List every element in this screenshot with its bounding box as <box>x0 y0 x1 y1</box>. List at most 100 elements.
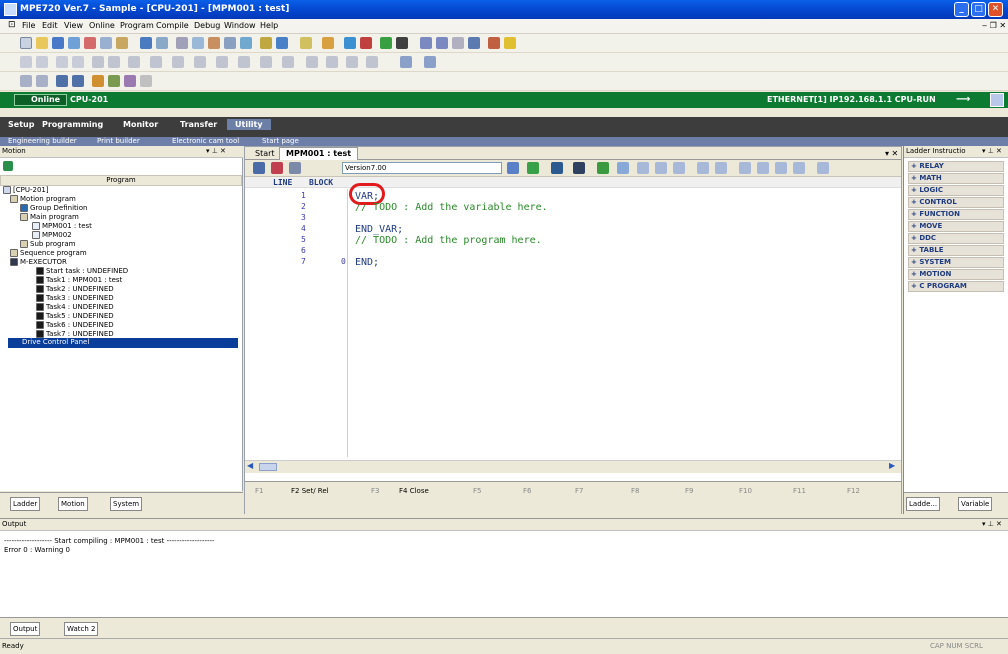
mode-icon[interactable] <box>271 162 283 174</box>
menu-debug[interactable]: Debug <box>194 21 220 30</box>
tree-item-main-program[interactable]: Main program <box>20 213 79 222</box>
new-icon[interactable] <box>20 37 32 49</box>
bookmark-prev-icon[interactable] <box>124 75 136 87</box>
tree-item-task5[interactable]: Task5 : UNDEFINED <box>36 312 114 321</box>
redo-icon[interactable] <box>156 37 168 49</box>
dbl-icon[interactable] <box>322 37 334 49</box>
fkey-f11[interactable]: F11 <box>793 487 806 495</box>
equal-icon[interactable] <box>326 56 338 68</box>
category-system[interactable]: + SYSTEM <box>908 257 1004 268</box>
category-function[interactable]: + FUNCTION <box>908 209 1004 220</box>
bookmark-next-icon[interactable] <box>108 75 120 87</box>
subtab-engineering-builder[interactable]: Engineering builder <box>8 137 77 145</box>
open-icon[interactable] <box>36 37 48 49</box>
less-icon[interactable] <box>306 56 318 68</box>
tab-ladder-instr[interactable]: Ladde... <box>906 497 941 511</box>
tab-utility[interactable]: Utility <box>227 119 271 130</box>
tab-monitor[interactable]: Monitor <box>123 120 158 129</box>
online-icon[interactable] <box>260 37 272 49</box>
tree-item-task1[interactable]: Task1 : MPM001 : test <box>36 276 122 285</box>
save-icon[interactable] <box>52 37 64 49</box>
tool4-icon[interactable] <box>468 37 480 49</box>
transfer-icon[interactable] <box>300 37 312 49</box>
editor-tab-start[interactable]: Start <box>255 149 275 158</box>
indent-icon[interactable] <box>20 75 32 87</box>
ladder-c-icon[interactable] <box>56 56 68 68</box>
menu-online[interactable]: Online <box>89 21 115 30</box>
tree-icon[interactable] <box>3 161 13 171</box>
tree-item-mpm002[interactable]: MPM002 <box>32 231 72 240</box>
tool3-icon[interactable] <box>452 37 464 49</box>
comment-icon[interactable] <box>56 75 68 87</box>
ladder-d-icon[interactable] <box>72 56 84 68</box>
maximize-button[interactable]: □ <box>971 2 986 17</box>
tab-variable[interactable]: Variable <box>958 497 993 511</box>
print-icon[interactable] <box>68 37 80 49</box>
tree-item-m-executor[interactable]: M-EXECUTOR <box>10 258 67 267</box>
tool6-icon[interactable] <box>504 37 516 49</box>
category-logic[interactable]: + LOGIC <box>908 185 1004 196</box>
code-line[interactable]: END_VAR; <box>355 224 403 235</box>
connection-icon[interactable] <box>990 93 1004 107</box>
step-out-icon[interactable] <box>617 162 629 174</box>
contact-icon[interactable] <box>128 56 140 68</box>
tab-watch-2[interactable]: Watch 2 <box>64 622 99 636</box>
menu-help[interactable]: Help <box>260 21 278 30</box>
tool1-icon[interactable] <box>420 37 432 49</box>
step-over-icon[interactable] <box>597 162 609 174</box>
uncomment-icon[interactable] <box>72 75 84 87</box>
tab-output[interactable]: Output <box>10 622 41 636</box>
debug5-icon[interactable] <box>715 162 727 174</box>
replace-icon[interactable] <box>192 37 204 49</box>
tree-item-drive-control-panel[interactable]: Drive Control Panel <box>8 338 238 348</box>
category-c-program[interactable]: + C PROGRAM <box>908 281 1004 292</box>
copy-icon[interactable] <box>100 37 112 49</box>
version-select[interactable]: Version7.00 <box>342 162 502 174</box>
tab-transfer[interactable]: Transfer <box>180 120 217 129</box>
cut-icon[interactable] <box>84 37 96 49</box>
debug6-icon[interactable] <box>739 162 751 174</box>
compare-icon[interactable] <box>216 56 228 68</box>
fkey-f2[interactable]: F2 Set/ Rel <box>291 487 329 495</box>
fkey-f6[interactable]: F6 <box>523 487 531 495</box>
logic-icon[interactable] <box>260 56 272 68</box>
tree-item-sequence-program[interactable]: Sequence program <box>10 249 87 258</box>
editor-tab-mpm001[interactable]: MPM001 : test <box>279 147 359 160</box>
move-icon[interactable] <box>194 56 206 68</box>
category-relay[interactable]: + RELAY <box>908 161 1004 172</box>
tree-item-task4[interactable]: Task4 : UNDEFINED <box>36 303 114 312</box>
connect-icon[interactable] <box>344 37 356 49</box>
tab-ladder[interactable]: Ladder <box>10 497 41 511</box>
fkey-f5[interactable]: F5 <box>473 487 481 495</box>
find-icon[interactable] <box>176 37 188 49</box>
arith-icon[interactable] <box>238 56 250 68</box>
ladder-pane-pin-icon[interactable]: ▾ ⊥ ✕ <box>982 147 1002 155</box>
debug2-icon[interactable] <box>655 162 667 174</box>
grid-icon[interactable] <box>400 56 412 68</box>
tree-item-task3[interactable]: Task3 : UNDEFINED <box>36 294 114 303</box>
editor-close-icon[interactable]: ▾ ✕ <box>885 149 898 158</box>
tree-item-task6[interactable]: Task6 : UNDEFINED <box>36 321 114 330</box>
debug9-icon[interactable] <box>793 162 805 174</box>
menu-view[interactable]: View <box>64 21 83 30</box>
debug7-icon[interactable] <box>757 162 769 174</box>
ladder-a-icon[interactable] <box>20 56 32 68</box>
code-line[interactable]: // TODO : Add the program here. <box>355 235 542 246</box>
fkey-f3[interactable]: F3 <box>371 487 379 495</box>
disp-icon[interactable] <box>551 162 563 174</box>
fkey-f9[interactable]: F9 <box>685 487 693 495</box>
fkey-f4[interactable]: F4 Close <box>399 487 429 495</box>
restore-icon[interactable]: ‒ ❐ ✕ <box>982 21 1006 30</box>
zoom-icon[interactable] <box>424 56 436 68</box>
monitor-icon[interactable] <box>276 37 288 49</box>
subtab-electronic-cam-tool[interactable]: Electronic cam tool <box>172 137 239 145</box>
scroll-thumb[interactable] <box>259 463 277 471</box>
disconnect-icon[interactable] <box>360 37 372 49</box>
menu-file[interactable]: File <box>22 21 35 30</box>
tab-setup[interactable]: Setup <box>8 120 34 129</box>
tree-item-cpu[interactable]: [CPU-201] <box>3 186 49 195</box>
tree-item-sub-program[interactable]: Sub program <box>20 240 75 249</box>
mdi-icon[interactable]: ⊡ <box>8 20 16 30</box>
tool2-icon[interactable] <box>436 37 448 49</box>
tree-item-motion-program[interactable]: Motion program <box>10 195 76 204</box>
